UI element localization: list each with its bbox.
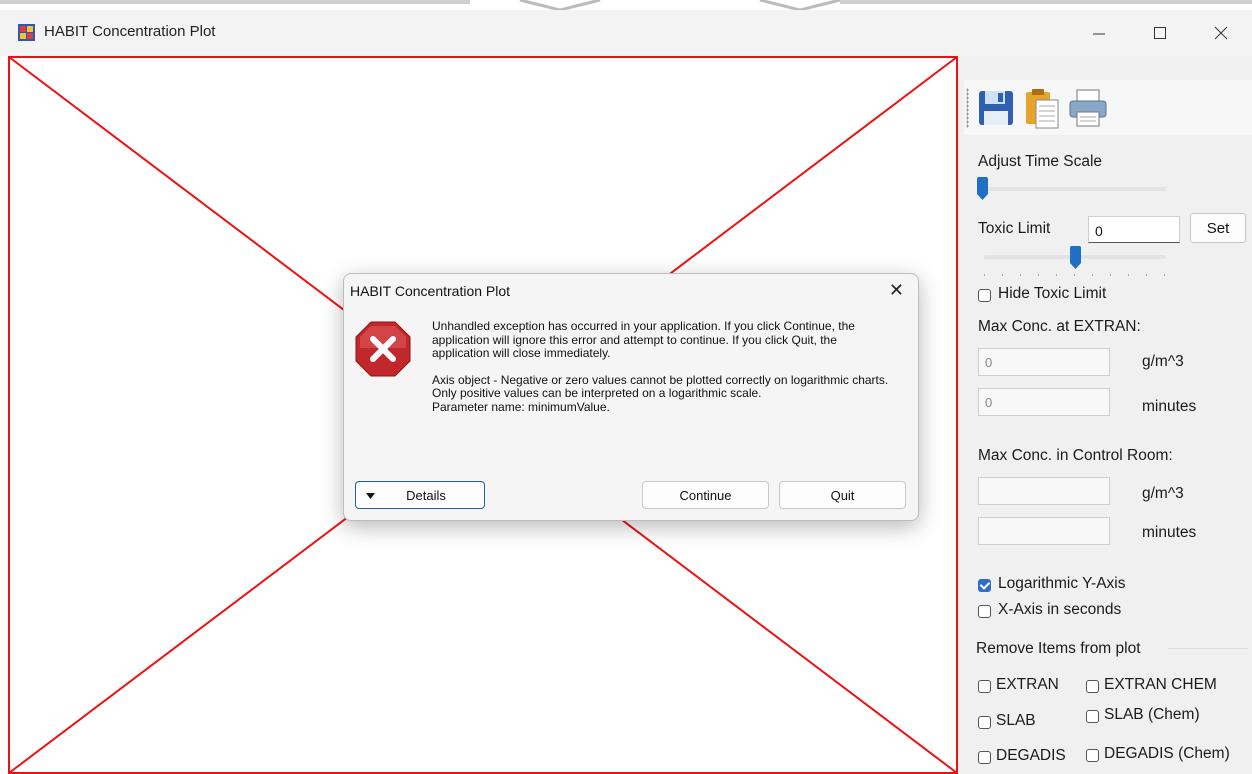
dialog-message: Unhandled exception has occurred in your… [432,319,892,414]
extran-time-unit: minutes [1142,398,1197,415]
control-room-conc-field[interactable] [978,477,1110,505]
extran-checkbox[interactable] [978,680,991,693]
control-room-conc-unit: g/m^3 [1142,485,1184,502]
close-button[interactable] [1198,16,1244,50]
degadis-checkbox[interactable] [978,751,991,764]
dialog-title: HABIT Concentration Plot [350,283,511,299]
hide-toxic-limit-label: Hide Toxic Limit [998,285,1107,302]
adjust-time-scale-label: Adjust Time Scale [978,153,1103,170]
caret-down-icon [366,493,375,499]
remove-items-divider [1168,648,1248,649]
toolbar-grip[interactable] [966,88,969,128]
details-button[interactable]: Details [355,481,485,509]
set-button[interactable]: Set [1190,213,1246,243]
toxic-limit-slider-thumb[interactable] [1069,246,1082,270]
continue-button[interactable]: Continue [642,481,769,509]
extran-chem-checkbox[interactable] [1086,680,1099,693]
time-scale-slider-thumb[interactable] [976,177,989,201]
minimize-button[interactable] [1076,16,1122,50]
max-conc-control-room-label: Max Conc. in Control Room: [978,447,1173,464]
toxic-limit-label: Toxic Limit [978,220,1051,237]
max-conc-extran-label: Max Conc. at EXTRAN: [978,318,1141,335]
title-bar: HABIT Concentration Plot [0,10,1252,56]
degadis-chem-label: DEGADIS (Chem) [1104,745,1230,762]
dialog-message-paragraph: Axis object - Negative or zero values ca… [432,372,889,400]
remove-items-label: Remove Items from plot [976,640,1141,657]
degadis-label: DEGADIS [996,747,1066,764]
degadis-chem-checkbox[interactable] [1086,749,1099,762]
x-axis-seconds-checkbox[interactable] [978,605,991,618]
time-scale-slider-track[interactable] [978,187,1166,191]
minimize-icon [1093,33,1105,35]
quit-button[interactable]: Quit [779,481,906,509]
extran-chem-label: EXTRAN CHEM [1104,676,1217,693]
x-axis-seconds-label: X-Axis in seconds [998,601,1122,618]
extran-time-field[interactable]: 0 [978,388,1110,416]
maximize-button[interactable] [1137,16,1183,50]
details-button-label: Details [406,487,446,503]
save-icon[interactable] [974,86,1018,130]
hide-toxic-limit-checkbox[interactable] [978,289,991,302]
maximize-icon [1154,27,1166,39]
log-y-axis-checkbox[interactable] [978,579,991,592]
slab-checkbox[interactable] [978,716,991,729]
toxic-limit-input[interactable]: 0 [1088,216,1180,243]
toolbar [964,80,1252,135]
close-icon [1214,26,1228,40]
clipboard-icon[interactable] [1020,86,1064,130]
extran-conc-unit: g/m^3 [1142,353,1184,370]
error-icon [355,321,411,377]
error-dialog: HABIT Concentration Plot ✕ Unhandled exc… [343,273,919,521]
control-room-time-unit: minutes [1142,524,1197,541]
app-icon [18,24,35,41]
dialog-message-paragraph: Parameter name: minimumValue. [432,399,610,414]
control-room-time-field[interactable] [978,517,1110,545]
slab-label: SLAB [996,712,1036,729]
printer-icon[interactable] [1066,86,1110,130]
slab-chem-label: SLAB (Chem) [1104,706,1200,723]
background-window [0,0,1252,10]
slab-chem-checkbox[interactable] [1086,710,1099,723]
toxic-limit-slider-ticks [984,274,1165,276]
extran-label: EXTRAN [996,676,1059,693]
background-window-lines [0,0,1252,10]
dialog-message-paragraph: Unhandled exception has occurred in your… [432,319,855,360]
extran-conc-field[interactable]: 0 [978,348,1110,376]
dialog-close-button[interactable]: ✕ [889,280,904,301]
log-y-axis-label: Logarithmic Y-Axis [998,575,1126,592]
control-panel: Adjust Time Scale Toxic Limit 0 Set Hide… [958,56,1252,774]
window-title: HABIT Concentration Plot [44,23,216,40]
